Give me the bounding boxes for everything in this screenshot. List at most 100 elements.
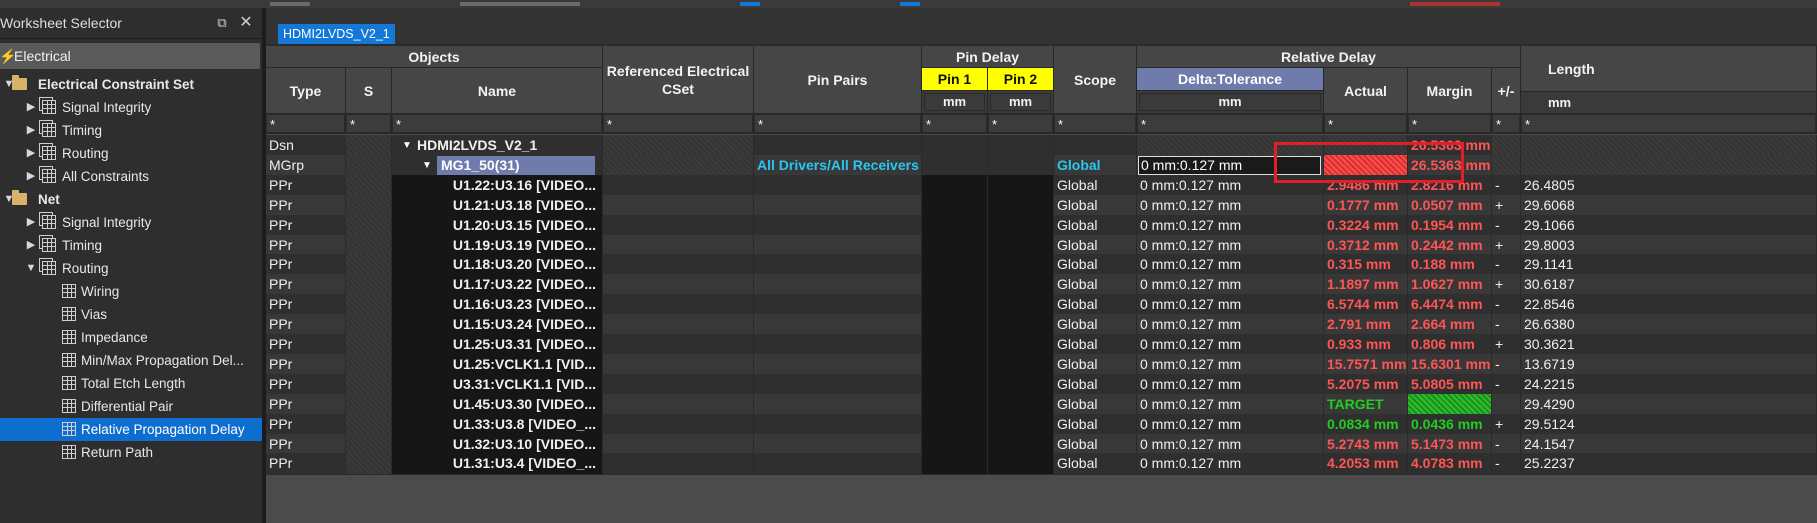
cell-pin2[interactable] [988, 254, 1054, 277]
cell-delta-tolerance[interactable]: 0 mm:0.127 mm [1137, 334, 1324, 356]
expand-right-icon[interactable]: ▶ [24, 96, 38, 119]
cell-pin-pairs[interactable] [754, 274, 922, 297]
cell-length[interactable]: 29.1141 [1521, 254, 1817, 277]
cell-ref-cset[interactable] [603, 433, 754, 456]
worksheet-category-selector[interactable]: ⚡ Electrical [0, 43, 260, 69]
restore-icon[interactable]: ⧉ [212, 8, 232, 38]
cell-delta-tolerance[interactable]: 0 mm:0.127 mm [1137, 314, 1324, 337]
expand-right-icon[interactable]: ▶ [24, 234, 38, 257]
filter-cell[interactable]: * [1324, 114, 1408, 134]
expand-right-icon[interactable]: ▶ [24, 142, 38, 165]
cell-name[interactable]: U1.25:VCLK1.1 [VID... [392, 353, 603, 376]
cell-length[interactable]: 25.2237 [1521, 453, 1817, 476]
cell-scope[interactable]: Global [1054, 174, 1137, 197]
cell-pin2[interactable] [988, 274, 1054, 297]
header-s[interactable]: S [346, 68, 392, 114]
cell-ref-cset[interactable] [603, 234, 754, 257]
filter-input[interactable]: * [754, 114, 921, 133]
cell-name[interactable]: U1.19:U3.19 [VIDEO... [392, 234, 603, 257]
cell-s[interactable] [346, 154, 392, 177]
table-row[interactable]: PPr U1.17:U3.22 [VIDEO... Global 0 mm:0.127… [266, 274, 1817, 297]
table-row[interactable]: PPr U1.22:U3.16 [VIDEO... Global 0 mm:0.127… [266, 174, 1817, 197]
cell-scope[interactable] [1054, 135, 1137, 157]
cell-scope[interactable]: Global [1054, 154, 1137, 177]
cell-scope[interactable]: Global [1054, 314, 1137, 337]
tree-item[interactable]: Vias [0, 303, 262, 326]
cell-pin-pairs[interactable] [754, 214, 922, 237]
cell-pin-pairs[interactable] [754, 453, 922, 476]
cell-scope[interactable]: Global [1054, 274, 1137, 297]
cell-scope[interactable]: Global [1054, 294, 1137, 317]
cell-pin1[interactable] [922, 314, 988, 337]
cell-pin2[interactable] [988, 373, 1054, 396]
cell-name[interactable]: U1.17:U3.22 [VIDEO... [392, 274, 603, 297]
header-pin1[interactable]: Pin 1 [922, 68, 988, 91]
filter-cell[interactable]: * [988, 114, 1054, 134]
cell-pin-pairs[interactable]: All Drivers/All Receivers [754, 154, 922, 177]
cell-s[interactable] [346, 174, 392, 197]
tree-item[interactable]: Differential Pair [0, 395, 262, 418]
cell-pin-pairs[interactable] [754, 194, 922, 217]
filter-input[interactable]: * [603, 114, 753, 133]
tree-item[interactable]: ▶ Timing [0, 234, 262, 257]
tree-item[interactable]: ▼ Net [0, 188, 262, 211]
cell-ref-cset[interactable] [603, 373, 754, 396]
cell-pin1[interactable] [922, 214, 988, 237]
tree-item[interactable]: ▼ Electrical Constraint Set [0, 73, 262, 96]
tree-item[interactable]: ▶ Signal Integrity [0, 211, 262, 234]
cell-s[interactable] [346, 393, 392, 416]
cell-scope[interactable]: Global [1054, 433, 1137, 456]
cell-pin-pairs[interactable] [754, 413, 922, 436]
cell-s[interactable] [346, 214, 392, 237]
cell-ref-cset[interactable] [603, 294, 754, 317]
cell-type[interactable]: PPr [266, 274, 346, 297]
filter-cell[interactable]: * [922, 114, 988, 134]
cell-length[interactable]: 29.1066 [1521, 214, 1817, 237]
header-length[interactable]: Length [1521, 46, 1817, 92]
table-row[interactable]: PPr U1.32:U3.10 [VIDEO... Global 0 mm:0.127… [266, 433, 1817, 456]
tree-item[interactable]: ▶ Timing [0, 119, 262, 142]
table-row[interactable]: PPr U1.33:U3.8 [VIDEO_... Global 0 mm:0.127… [266, 413, 1817, 436]
table-row[interactable]: PPr U3.31:VCLK1.1 [VID... Global 0 mm:0.127… [266, 373, 1817, 396]
cell-name[interactable]: U1.31:U3.4 [VIDEO_... [392, 453, 603, 476]
filter-input[interactable]: * [266, 114, 345, 133]
cell-length[interactable]: 29.6068 [1521, 194, 1817, 217]
table-row[interactable]: PPr U1.45:U3.30 [VIDEO... Global 0 mm:0.127… [266, 393, 1817, 416]
cell-name[interactable]: U1.21:U3.18 [VIDEO... [392, 194, 603, 217]
cell-pin2[interactable] [988, 154, 1054, 177]
cell-type[interactable]: PPr [266, 353, 346, 376]
filter-input[interactable]: * [1324, 114, 1407, 133]
cell-pin-pairs[interactable] [754, 433, 922, 456]
cell-delta-tolerance[interactable]: 0 mm:0.127 mm [1137, 294, 1324, 317]
cell-ref-cset[interactable] [603, 353, 754, 376]
cell-pin1[interactable] [922, 353, 988, 376]
cell-s[interactable] [346, 234, 392, 257]
cell-scope[interactable]: Global [1054, 393, 1137, 416]
cell-name[interactable]: U3.31:VCLK1.1 [VID... [392, 373, 603, 396]
filter-cell[interactable]: * [1492, 114, 1521, 134]
filter-cell[interactable]: * [754, 114, 922, 134]
cell-type[interactable]: PPr [266, 413, 346, 436]
cell-ref-cset[interactable] [603, 393, 754, 416]
cell-ref-cset[interactable] [603, 334, 754, 356]
cell-pin1[interactable] [922, 135, 988, 157]
table-row[interactable]: PPr U1.16:U3.23 [VIDEO... Global 0 mm:0.127… [266, 294, 1817, 317]
cell-type[interactable]: Dsn [266, 135, 346, 157]
header-actual[interactable]: Actual [1324, 68, 1408, 114]
cell-pin1[interactable] [922, 274, 988, 297]
cell-pin1[interactable] [922, 334, 988, 356]
tree-item[interactable]: Wiring [0, 280, 262, 303]
tree-item[interactable]: Relative Propagation Delay [0, 418, 262, 441]
cell-pin-pairs[interactable] [754, 334, 922, 356]
cell-pin-pairs[interactable] [754, 294, 922, 317]
cell-name[interactable]: U1.45:U3.30 [VIDEO... [392, 393, 603, 416]
cell-name[interactable]: ▼ HDMI2LVDS_V2_1 [392, 135, 603, 157]
cell-s[interactable] [346, 334, 392, 356]
cell-pin1[interactable] [922, 174, 988, 197]
cell-length[interactable] [1521, 135, 1817, 157]
cell-name[interactable]: U1.16:U3.23 [VIDEO... [392, 294, 603, 317]
cell-pin1[interactable] [922, 453, 988, 476]
cell-ref-cset[interactable] [603, 154, 754, 177]
table-row[interactable]: PPr U1.31:U3.4 [VIDEO_... Global 0 mm:0.127… [266, 453, 1817, 476]
tree-item[interactable]: ▶ Signal Integrity [0, 96, 262, 119]
